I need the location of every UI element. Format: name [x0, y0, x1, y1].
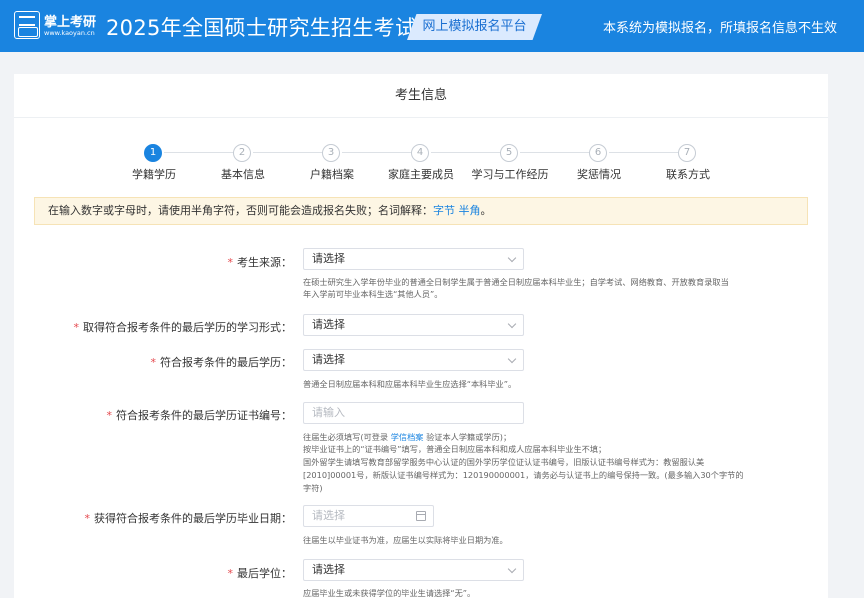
cert-no-label: * 符合报考条件的最后学历证书编号：: [107, 407, 293, 423]
step-connector: [431, 152, 508, 153]
required-mark: *: [150, 356, 157, 369]
degree-help: 应届毕业生或未获得学位的毕业生请选择“无”。: [303, 588, 476, 598]
degree-label-text: 最后学位：: [237, 567, 292, 580]
source-help-2: 年入学前可毕业本科生选“其他人员”。: [303, 289, 443, 299]
cert-no-help-1a: 往届生必须填写(可登录: [303, 432, 389, 442]
chsi-archive-link[interactable]: 学信档案: [391, 432, 424, 442]
cert-no-help-2: 按毕业证书上的“证书编号”填写，普通全日制应届本科和成人应届本科毕业生不填；: [303, 444, 607, 454]
step-6-label[interactable]: 奖惩情况: [577, 166, 621, 182]
logo-name: 掌上考研: [44, 15, 97, 30]
cert-no-help-1b: 验证本人学籍或学历)；: [426, 432, 512, 442]
step-6-dot[interactable]: 6: [589, 144, 607, 162]
degree-select-value: 请选择: [312, 563, 345, 576]
site-title: 2025年全国硕士研究生招生考试: [106, 16, 417, 40]
step-2-dot[interactable]: 2: [233, 144, 251, 162]
alert-text: 在输入数字或字母时，请使用半角字符，否则可能会造成报名失败；名词解释：: [48, 204, 433, 217]
last-edu-help: 普通全日制应届本科和应届本科毕业生应选择“本科毕业”。: [303, 379, 517, 389]
grad-date-help: 往届生以毕业证书为准，应届生以实际将毕业日期为准。: [303, 535, 508, 545]
step-connector: [342, 152, 419, 153]
step-1-dot[interactable]: 1: [144, 144, 162, 162]
study-form-label-text: 取得符合报考条件的最后学历的学习形式：: [83, 321, 292, 334]
study-form-select-value: 请选择: [312, 318, 345, 331]
cert-no-label-text: 符合报考条件的最后学历证书编号：: [116, 409, 292, 422]
source-label: * 考生来源：: [228, 254, 293, 270]
grad-date-label: * 获得符合报考条件的最后学历毕业日期：: [85, 510, 293, 526]
source-select-value: 请选择: [312, 252, 345, 265]
chevron-down-icon: [507, 354, 517, 364]
last-edu-select[interactable]: 请选择: [303, 349, 524, 371]
halfwidth-link[interactable]: 半角: [459, 204, 481, 217]
cert-no-help-4: [2010]00001号，新版认证书编号样式为：120190000001，请务必…: [303, 470, 744, 480]
step-4-label[interactable]: 家庭主要成员: [388, 166, 454, 182]
chevron-down-icon: [507, 253, 517, 263]
cert-no-help-3: 国外留学生请填写教育部留学服务中心认证的国外学历学位证认证书编号，旧版认证书编号…: [303, 457, 705, 467]
required-mark: *: [227, 567, 234, 580]
study-form-label: * 取得符合报考条件的最后学历的学习形式：: [74, 319, 293, 335]
platform-badge: 网上模拟报名平台: [407, 14, 542, 40]
mock-notice: 本系统为模拟报名，所填报名信息不生效: [602, 21, 837, 36]
grad-date-picker[interactable]: 请选择: [303, 505, 434, 527]
step-connector: [609, 152, 686, 153]
degree-select[interactable]: 请选择: [303, 559, 524, 581]
step-3-dot[interactable]: 3: [322, 144, 340, 162]
required-mark: *: [73, 321, 80, 334]
logo-book-icon: [14, 11, 40, 39]
cert-no-help-5: 字符): [303, 483, 323, 493]
step-7-label[interactable]: 联系方式: [666, 166, 710, 182]
chevron-down-icon: [507, 319, 517, 329]
source-select[interactable]: 请选择: [303, 248, 524, 270]
degree-label: * 最后学位：: [228, 565, 293, 581]
required-mark: *: [227, 256, 234, 269]
grad-date-placeholder: 请选择: [312, 509, 345, 522]
step-3-label[interactable]: 户籍档案: [310, 166, 354, 182]
alert-end: 。: [480, 204, 492, 217]
last-edu-select-value: 请选择: [312, 353, 345, 366]
cert-no-help-1: 往届生必须填写(可登录 学信档案 验证本人学籍或学历)；: [303, 432, 511, 443]
last-edu-label: * 符合报考条件的最后学历：: [151, 354, 293, 370]
required-mark: *: [84, 512, 91, 525]
step-connector: [253, 152, 330, 153]
step-1-label[interactable]: 学籍学历: [132, 166, 176, 182]
source-label-text: 考生来源：: [237, 256, 292, 269]
step-7-dot[interactable]: 7: [678, 144, 696, 162]
step-connector: [164, 152, 241, 153]
top-header: 掌上考研 www.kaoyan.cn 2025年全国硕士研究生招生考试 网上模拟…: [0, 0, 864, 52]
byte-link[interactable]: 字节: [433, 204, 455, 217]
step-connector: [520, 152, 597, 153]
info-card: 考生信息 1 2 3 4 5 6 7 学籍学历 基本信息 户籍档案 家庭主要成员…: [14, 74, 828, 598]
brand-logo[interactable]: 掌上考研 www.kaoyan.cn: [14, 11, 96, 41]
step-2-label[interactable]: 基本信息: [221, 166, 265, 182]
cert-no-input[interactable]: 请输入: [303, 402, 524, 424]
step-5-dot[interactable]: 5: [500, 144, 518, 162]
calendar-icon: [416, 511, 426, 521]
required-mark: *: [106, 409, 113, 422]
study-form-select[interactable]: 请选择: [303, 314, 524, 336]
step-5-label[interactable]: 学习与工作经历: [472, 166, 549, 182]
last-edu-label-text: 符合报考条件的最后学历：: [160, 356, 292, 369]
halfwidth-alert: 在输入数字或字母时，请使用半角字符，否则可能会造成报名失败；名词解释：字节 半角…: [34, 197, 808, 225]
source-help-1: 在硕士研究生入学年份毕业的普通全日制学生属于普通全日制应届本科毕业生；自学考试、…: [303, 277, 729, 287]
step-4-dot[interactable]: 4: [411, 144, 429, 162]
grad-date-label-text: 获得符合报考条件的最后学历毕业日期：: [94, 512, 292, 525]
logo-url: www.kaoyan.cn: [44, 29, 95, 37]
chevron-down-icon: [507, 564, 517, 574]
card-title: 考生信息: [14, 74, 828, 118]
